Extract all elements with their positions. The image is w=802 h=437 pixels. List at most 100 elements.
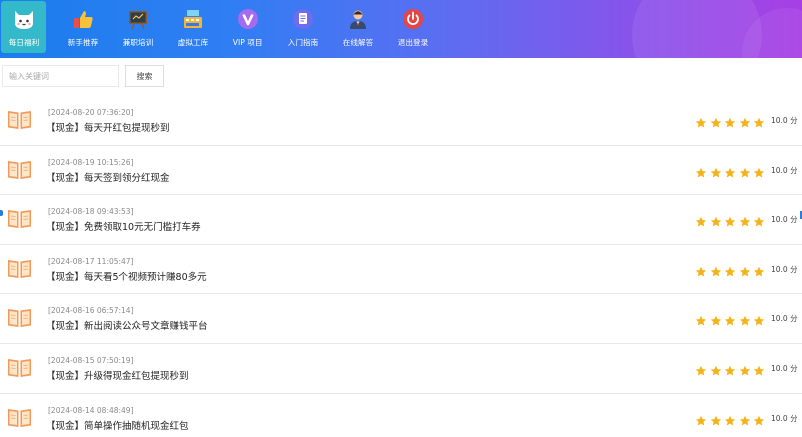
book-icon (7, 257, 32, 279)
nav-item-logout[interactable]: 退出登录 (385, 1, 440, 53)
book-icon (7, 306, 32, 328)
star-icon (710, 263, 722, 277)
book-icon (7, 108, 32, 130)
item-score: 10.0 分 (771, 215, 798, 225)
star-icon (724, 312, 736, 326)
list-item[interactable]: [2024-08-19 10:15:26] 【现金】每天签到领分红现金 10.0 分 (0, 146, 802, 196)
item-title[interactable]: 【现金】每天签到领分红现金 (46, 170, 170, 184)
book-icon (7, 207, 32, 229)
nav-item-daily-benefits[interactable]: 每日福利 (1, 1, 46, 53)
star-icon (695, 114, 707, 128)
rating-stars (695, 263, 768, 277)
list-item[interactable]: [2024-08-14 08:48:49] 【现金】简单操作抽随机现金红包 10.0… (0, 394, 802, 437)
star-icon (753, 263, 765, 277)
star-icon (724, 213, 736, 227)
nav-item-online-answers[interactable]: 在线解答 (330, 1, 385, 53)
rating-stars (695, 164, 768, 178)
list-item[interactable]: [2024-08-16 06:57:14] 【现金】新出阅读公众号文章赚钱平台 10… (0, 294, 802, 344)
nav-item-virtual-library[interactable]: 虚拟工库 (165, 1, 220, 53)
nav-label: 新手推荐 (67, 38, 98, 47)
rating-stars (695, 362, 768, 376)
star-icon (739, 263, 751, 277)
list-item[interactable]: [2024-08-18 09:43:53] 【现金】免费领取10元无门槛打车券 10… (0, 195, 802, 245)
star-icon (753, 114, 765, 128)
nav-label: VIP 项目 (232, 38, 263, 47)
rating-stars (695, 312, 768, 326)
nav-label: 退出登录 (397, 38, 428, 47)
star-icon (695, 164, 707, 178)
item-date: [2024-08-16 06:57:14] (48, 306, 134, 316)
star-icon (739, 312, 751, 326)
book-icon (7, 406, 32, 428)
power-icon (401, 7, 425, 31)
blackboard-icon (126, 7, 150, 31)
support-agent-icon (346, 7, 370, 31)
nav-label: 虚拟工库 (177, 38, 208, 47)
edge-marker (0, 210, 3, 216)
star-icon (710, 164, 722, 178)
star-icon (695, 263, 707, 277)
item-date: [2024-08-19 10:15:26] (48, 157, 134, 167)
item-score: 10.0 分 (771, 116, 798, 125)
thumbs-up-icon (71, 7, 95, 31)
nav-item-vip-projects[interactable]: VIP 项目 (220, 1, 275, 53)
item-date: [2024-08-18 09:43:53] (48, 207, 134, 217)
item-title[interactable]: 【现金】每天开红包提现秒到 (46, 120, 170, 134)
star-icon (753, 412, 765, 426)
item-score: 10.0 分 (771, 314, 798, 324)
item-score: 10.0 分 (771, 363, 798, 373)
rating-stars (695, 213, 768, 227)
book-icon (7, 356, 32, 378)
search-button[interactable]: 搜索 (125, 65, 164, 87)
star-icon (739, 164, 751, 178)
list-item[interactable]: [2024-08-15 07:50:19] 【现金】升级得现金红包提现秒到 10.0… (0, 344, 802, 394)
star-icon (724, 114, 736, 128)
item-title[interactable]: 【现金】免费领取10元无门槛打车券 (46, 219, 201, 233)
star-icon (710, 362, 722, 376)
star-icon (724, 362, 736, 376)
star-icon (739, 114, 751, 128)
star-icon (739, 362, 751, 376)
star-icon (710, 114, 722, 128)
search-input[interactable] (2, 65, 119, 87)
nav-menu: 每日福利 新手推荐 兼职培训 虚拟工库 VIP 项目 入门指南 在线解答 退出登… (0, 0, 440, 58)
item-score: 10.0 分 (771, 413, 798, 423)
top-navigation-bar: 每日福利 新手推荐 兼职培训 虚拟工库 VIP 项目 入门指南 在线解答 退出登… (0, 0, 802, 58)
nav-label: 入门指南 (287, 38, 318, 47)
star-icon (695, 362, 707, 376)
star-icon (695, 213, 707, 227)
item-date: [2024-08-20 07:36:20] (48, 108, 134, 117)
cat-icon (12, 7, 36, 31)
rating-stars (695, 114, 768, 128)
article-list: [2024-08-20 07:36:20] 【现金】每天开红包提现秒到 10.0 分… (0, 96, 802, 437)
star-icon (710, 312, 722, 326)
star-icon (753, 164, 765, 178)
item-title[interactable]: 【现金】新出阅读公众号文章赚钱平台 (46, 318, 208, 332)
item-score: 10.0 分 (771, 165, 798, 175)
star-icon (695, 312, 707, 326)
nav-item-part-time-training[interactable]: 兼职培训 (110, 1, 165, 53)
star-icon (724, 164, 736, 178)
star-icon (739, 213, 751, 227)
star-icon (724, 412, 736, 426)
item-score: 10.0 分 (771, 264, 798, 274)
star-icon (753, 362, 765, 376)
item-title[interactable]: 【现金】升级得现金红包提现秒到 (46, 368, 189, 382)
item-date: [2024-08-14 08:48:49] (48, 405, 134, 415)
item-title[interactable]: 【现金】简单操作抽随机现金红包 (46, 418, 189, 432)
list-item[interactable]: [2024-08-20 07:36:20] 【现金】每天开红包提现秒到 10.0 分 (0, 96, 802, 146)
star-icon (753, 213, 765, 227)
cash-register-icon (181, 7, 205, 31)
item-date: [2024-08-17 11:05:47] (48, 256, 134, 266)
star-icon (724, 263, 736, 277)
nav-label: 在线解答 (342, 38, 373, 47)
nav-item-beginner-guide[interactable]: 入门指南 (275, 1, 330, 53)
book-icon (7, 158, 32, 180)
list-item[interactable]: [2024-08-17 11:05:47] 【现金】每天看5个视频预计赚80多元 1… (0, 245, 802, 295)
nav-item-newbie-recommend[interactable]: 新手推荐 (55, 1, 110, 53)
star-icon (753, 312, 765, 326)
nav-label: 兼职培训 (122, 38, 153, 47)
nav-label: 每日福利 (8, 38, 39, 47)
star-icon (710, 412, 722, 426)
item-title[interactable]: 【现金】每天看5个视频预计赚80多元 (46, 269, 207, 283)
